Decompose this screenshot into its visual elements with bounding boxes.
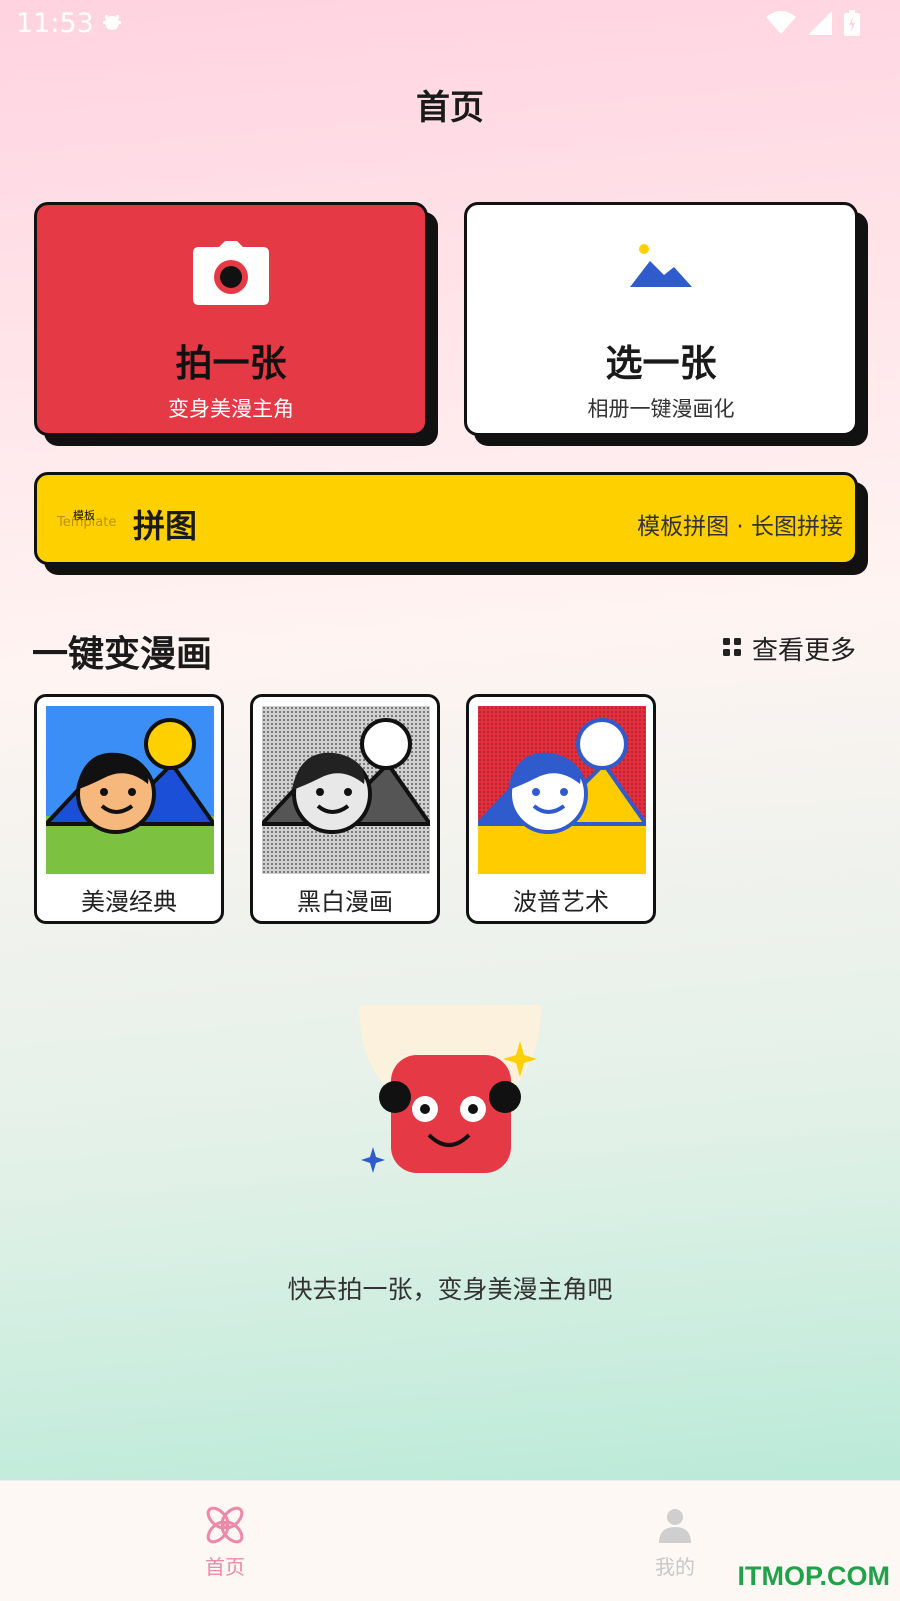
page-title: 首页 (416, 88, 484, 128)
style-label: 波普艺术 (513, 888, 609, 916)
flower-icon (205, 1506, 245, 1549)
collage-title: 拼图 (133, 507, 198, 545)
view-more-button[interactable]: 查看更多 (722, 630, 856, 667)
pop-art-style-thumbnail (478, 706, 646, 874)
wifi-icon (766, 11, 796, 39)
style-label: 黑白漫画 (297, 888, 393, 916)
nav-mine-label: 我的 (655, 1555, 695, 1579)
style-card-classic[interactable]: 美漫经典 (34, 694, 224, 924)
take-photo-card[interactable]: 拍一张 变身美漫主角 (34, 202, 428, 436)
take-photo-subtitle: 变身美漫主角 (168, 397, 294, 421)
nav-home[interactable]: 首页 (165, 1505, 285, 1580)
take-photo-title: 拍一张 (175, 342, 287, 385)
style-label: 美漫经典 (81, 888, 177, 916)
pick-photo-title: 选一张 (605, 342, 717, 385)
mascot-illustration (355, 1005, 545, 1199)
user-icon (655, 1509, 695, 1549)
template-badge-fg: 模板 (73, 509, 95, 522)
camera-icon (193, 241, 269, 309)
template-badge: Template 模板 (57, 505, 117, 535)
nav-home-label: 首页 (205, 1555, 245, 1579)
pick-photo-subtitle: 相册一键漫画化 (587, 397, 735, 421)
battery-icon (844, 10, 860, 40)
style-card-bw[interactable]: 黑白漫画 (250, 694, 440, 924)
nav-mine[interactable]: 我的 (615, 1505, 735, 1580)
section-title: 一键变漫画 (32, 634, 213, 675)
empty-state-text: 快去拍一张，变身美漫主角吧 (287, 1275, 613, 1304)
grid-icon (722, 634, 742, 664)
status-bar: 11:53 (0, 0, 900, 50)
style-card-pop-art[interactable]: 波普艺术 (466, 694, 656, 924)
collage-subtitle: 模板拼图 · 长图拼接 (637, 514, 843, 540)
classic-style-thumbnail (46, 706, 214, 874)
signal-icon (808, 11, 832, 39)
image-icon (628, 241, 694, 295)
view-more-label: 查看更多 (751, 636, 856, 666)
debug-icon (100, 10, 124, 38)
status-time: 11:53 (16, 8, 94, 39)
pick-photo-card[interactable]: 选一张 相册一键漫画化 (464, 202, 858, 436)
watermark: ITMOP.COM (737, 1561, 890, 1591)
bw-style-thumbnail (262, 706, 430, 874)
collage-banner[interactable]: Template 模板 拼图 模板拼图 · 长图拼接 (34, 472, 858, 565)
